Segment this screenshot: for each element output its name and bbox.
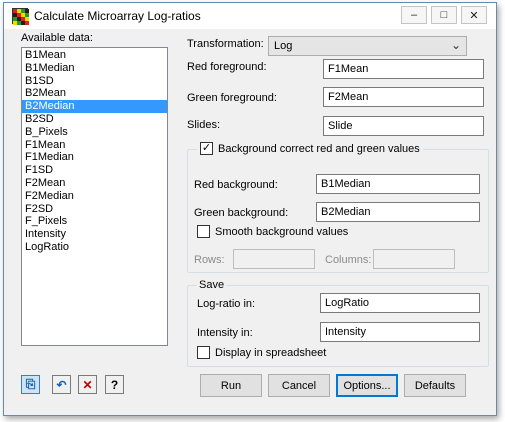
copy-to-clipboard-button[interactable]: ⎘: [21, 375, 40, 394]
intensity-label: Intensity in:: [197, 327, 253, 339]
undo-icon: ↶: [56, 377, 67, 392]
red-foreground-label: Red foreground:: [187, 61, 267, 73]
clipboard-icon: ⎘: [25, 377, 36, 391]
list-item[interactable]: F_Pixels: [22, 215, 167, 228]
transformation-label: Transformation:: [187, 38, 264, 50]
cancel-button[interactable]: Cancel: [268, 374, 330, 397]
intensity-field[interactable]: Intensity: [320, 322, 480, 342]
red-background-label: Red background:: [194, 179, 278, 191]
maximize-icon: □: [440, 9, 448, 21]
green-background-field[interactable]: B2Median: [316, 202, 480, 222]
list-item[interactable]: F2SD: [22, 203, 167, 216]
background-correct-checkbox[interactable]: ✓ Background correct red and green value…: [197, 142, 423, 155]
background-correct-label: Background correct red and green values: [218, 142, 420, 155]
save-group-label: Save: [197, 279, 227, 291]
help-icon: ?: [110, 377, 119, 392]
defaults-button[interactable]: Defaults: [404, 374, 466, 397]
smooth-background-checkbox[interactable]: Smooth background values: [197, 225, 348, 238]
smooth-background-label: Smooth background values: [215, 225, 349, 238]
minimize-icon: –: [410, 9, 418, 21]
checkbox-unchecked-icon: [197, 225, 210, 238]
list-item[interactable]: B1Median: [22, 62, 167, 75]
list-item[interactable]: F2Mean: [22, 177, 167, 190]
rows-field: [233, 249, 315, 269]
available-data-label: Available data:: [21, 32, 93, 44]
green-foreground-label: Green foreground:: [187, 92, 277, 104]
checkbox-unchecked-icon: [197, 346, 210, 359]
list-item[interactable]: Intensity: [22, 228, 167, 241]
options-button[interactable]: Options...: [336, 374, 398, 397]
clear-icon: ✕: [82, 377, 93, 392]
slides-field[interactable]: Slide: [323, 116, 484, 136]
list-item[interactable]: B2Mean: [22, 87, 167, 100]
list-item[interactable]: F2Median: [22, 190, 167, 203]
log-ratio-field[interactable]: LogRatio: [320, 293, 480, 313]
checkbox-checked-icon: ✓: [200, 142, 213, 155]
close-icon: ✕: [469, 9, 479, 22]
columns-label: Columns:: [325, 254, 372, 266]
log-ratio-label: Log-ratio in:: [197, 298, 256, 310]
clear-button[interactable]: ✕: [78, 375, 97, 394]
app-icon: [12, 8, 29, 25]
slides-label: Slides:: [187, 119, 221, 131]
available-data-list[interactable]: B1Mean B1Median B1SD B2Mean B2Median B2SD B_Pi…: [21, 47, 168, 346]
red-background-field[interactable]: B1Median: [316, 174, 480, 194]
green-background-label: Green background:: [194, 207, 289, 219]
list-item[interactable]: B1SD: [22, 75, 167, 88]
transformation-select[interactable]: Log ⌄: [268, 36, 467, 56]
display-spreadsheet-checkbox[interactable]: Display in spreadsheet: [197, 346, 326, 359]
list-item[interactable]: B1Mean: [22, 49, 167, 62]
dialog-window: Calculate Microarray Log-ratios – □ ✕ Av…: [3, 2, 497, 416]
minimize-button[interactable]: –: [401, 6, 427, 24]
columns-field: [373, 249, 455, 269]
list-item[interactable]: F1Mean: [22, 139, 167, 152]
list-item[interactable]: F1Median: [22, 151, 167, 164]
window-title: Calculate Microarray Log-ratios: [34, 9, 201, 23]
display-spreadsheet-label: Display in spreadsheet: [215, 346, 327, 359]
run-button[interactable]: Run: [200, 374, 262, 397]
close-button[interactable]: ✕: [461, 6, 487, 24]
list-item[interactable]: LogRatio: [22, 241, 167, 254]
list-item[interactable]: B_Pixels: [22, 126, 167, 139]
title-bar[interactable]: Calculate Microarray Log-ratios – □ ✕: [4, 3, 496, 29]
red-foreground-field[interactable]: F1Mean: [323, 59, 484, 79]
list-item[interactable]: B2SD: [22, 113, 167, 126]
list-item[interactable]: F1SD: [22, 164, 167, 177]
chevron-down-icon: ⌄: [450, 38, 461, 52]
maximize-button[interactable]: □: [431, 6, 457, 24]
rows-label: Rows:: [194, 254, 225, 266]
undo-button[interactable]: ↶: [52, 375, 71, 394]
help-button[interactable]: ?: [105, 375, 124, 394]
transformation-value: Log: [274, 40, 293, 52]
list-item[interactable]: B2Median: [22, 100, 167, 113]
green-foreground-field[interactable]: F2Mean: [323, 87, 484, 107]
